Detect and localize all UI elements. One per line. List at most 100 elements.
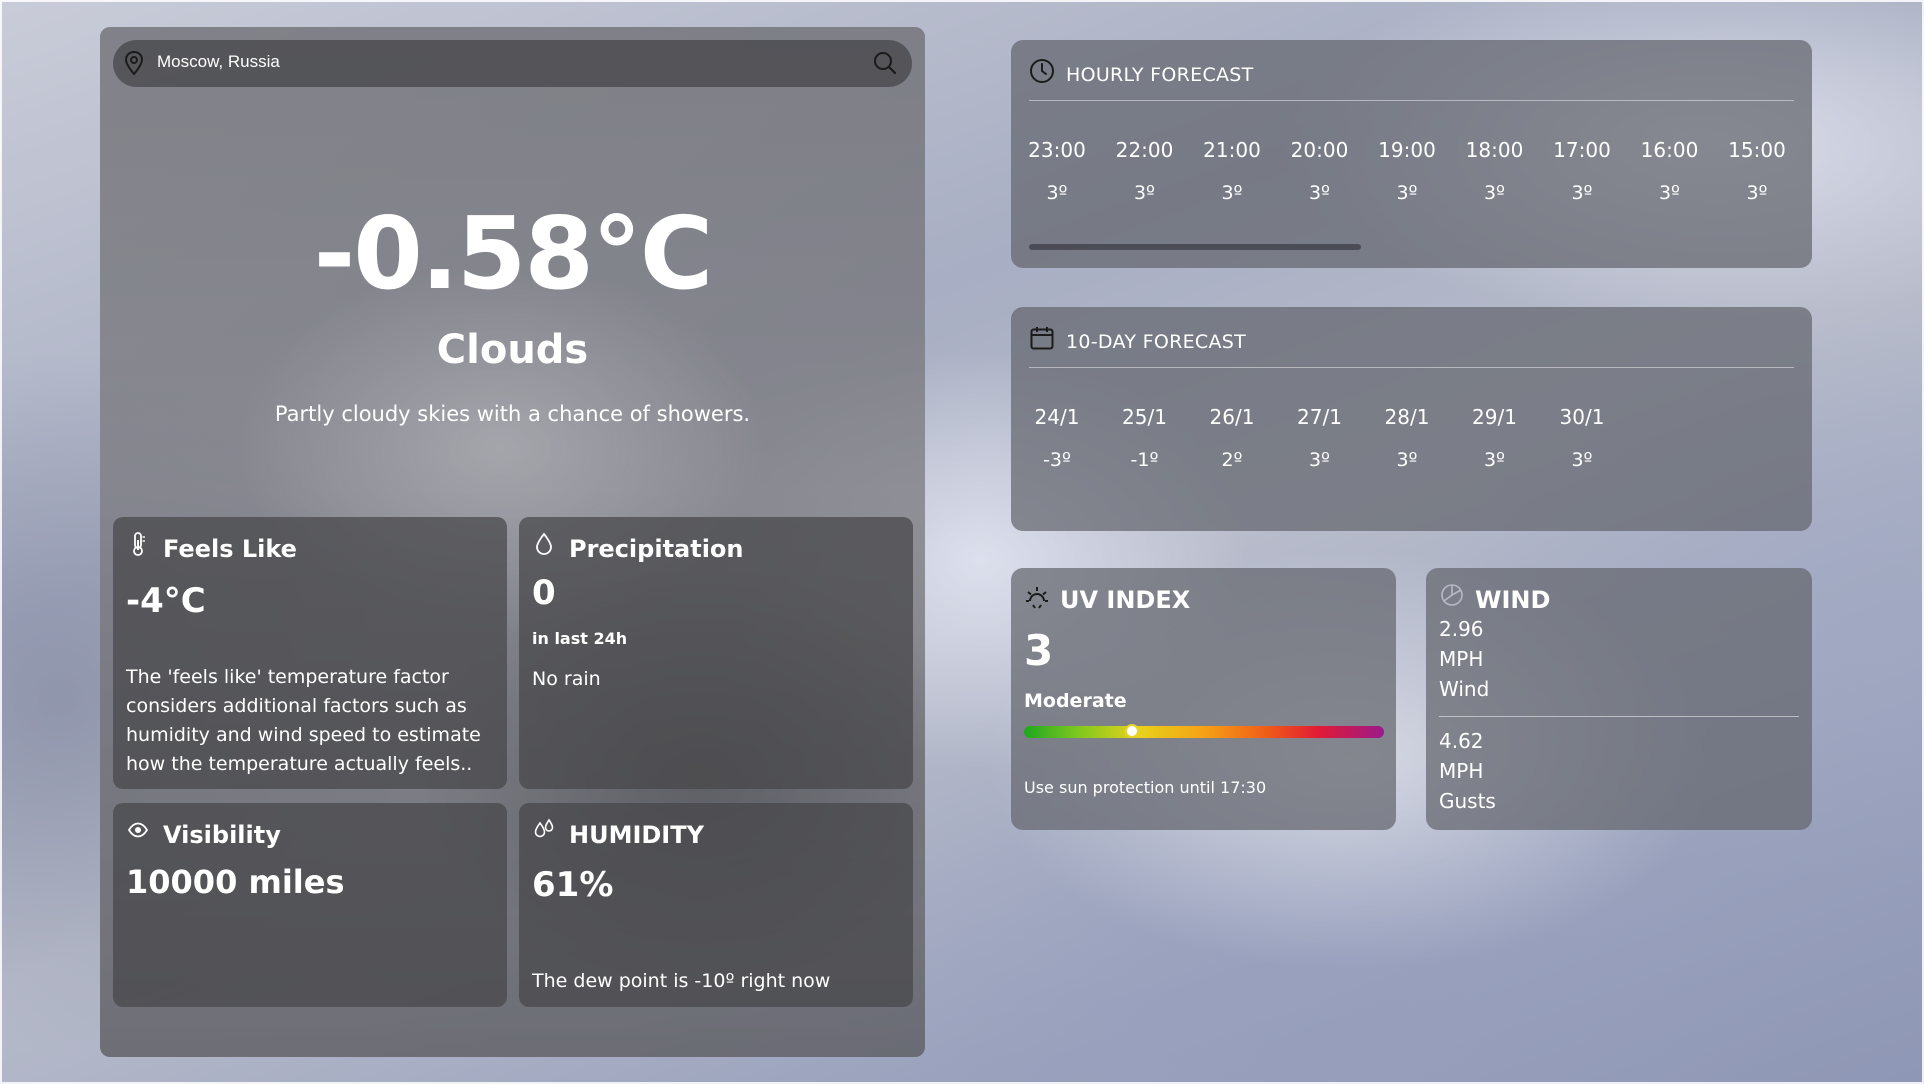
hourly-forecast-item-temp: 3º (1308, 182, 1331, 204)
hourly-forecast-item: 15:00 3º (1717, 138, 1797, 204)
hourly-forecast-item-label: 23:00 (1028, 138, 1086, 162)
clock-icon (1030, 59, 1054, 83)
daily-forecast-card: 10-DAY FORECAST 24/1 -3º 25/1 -1º 26/1 2º 27/1… (1011, 307, 1812, 531)
uv-index-bar (1024, 724, 1384, 738)
hourly-forecast-item-label: 21:00 (1203, 138, 1261, 162)
wind-speed-unit: MPH (1439, 647, 1484, 671)
daily-forecast-item: 25/1 -1º (1105, 405, 1185, 471)
hourly-forecast-card: HOURLY FORECAST 23:00 3º 22:00 3º 21:00 3º 20:… (1011, 40, 1812, 268)
current-weather-panel: Moscow, Russia -0.58°C Clouds Partly clo… (100, 27, 925, 1057)
daily-forecast-item-temp: 3º (1308, 449, 1331, 471)
daily-forecast-item-label: 24/1 (1034, 405, 1080, 429)
feels-like-description: The 'feels like' temperature factor cons… (126, 666, 481, 775)
hourly-forecast-item-label: 17:00 (1553, 138, 1611, 162)
hourly-scrollbar[interactable] (1029, 244, 1361, 250)
uv-index-marker (1125, 724, 1139, 738)
wind-divider (1439, 716, 1799, 717)
daily-forecast-item: 26/1 2º (1192, 405, 1272, 471)
hourly-forecast-item-label: 19:00 (1378, 138, 1436, 162)
hourly-forecast-item-temp: 3º (1133, 182, 1156, 204)
droplet-icon (536, 532, 552, 555)
map-pin-icon (124, 50, 144, 76)
precipitation-description: No rain (532, 668, 601, 690)
daily-forecast-item-temp: -3º (1043, 449, 1071, 471)
daily-forecast-item-temp: 3º (1483, 449, 1506, 471)
uv-index-title: UV INDEX (1060, 586, 1191, 614)
uv-index-value: 3 (1024, 626, 1054, 675)
location-search-input[interactable]: Moscow, Russia (157, 52, 280, 72)
humidity-dew-point: The dew point is -10º right now (532, 970, 831, 992)
daily-forecast-item-label: 26/1 (1209, 405, 1255, 429)
daily-forecast-item: 30/1 3º (1542, 405, 1622, 471)
hourly-forecast-item: 20:00 3º (1280, 138, 1360, 204)
daily-forecast-item-label: 28/1 (1384, 405, 1430, 429)
precipitation-title: Precipitation (569, 535, 744, 563)
wind-speed-value: 2.96 (1439, 617, 1484, 641)
hourly-forecast-item-label: 18:00 (1465, 138, 1524, 162)
daily-divider (1029, 367, 1794, 368)
hourly-forecast-item-label: 16:00 (1640, 138, 1699, 162)
daily-forecast-item-temp: 3º (1396, 449, 1418, 471)
hourly-forecast-item: 22:00 3º (1105, 138, 1185, 204)
hourly-forecast-item: 16:00 3º (1630, 138, 1710, 204)
humidity-title: HUMIDITY (569, 821, 704, 849)
gust-speed-unit: MPH (1439, 759, 1484, 783)
daily-forecast-item-label: 30/1 (1559, 405, 1605, 429)
precipitation-value: 0 (532, 573, 556, 613)
hourly-forecast-item-temp: 3º (1483, 182, 1506, 204)
hourly-forecast-title: HOURLY FORECAST (1066, 64, 1254, 86)
feels-like-tile: Feels Like -4°C The 'feels like' tempera… (113, 517, 507, 789)
search-icon[interactable] (872, 50, 898, 76)
wind-title: WIND (1475, 586, 1551, 614)
daily-forecast-item-label: 27/1 (1297, 405, 1342, 429)
uv-index-level: Moderate (1024, 690, 1127, 712)
visibility-value: 10000 miles (126, 863, 345, 901)
wind-icon (1441, 584, 1463, 606)
precipitation-tile: Precipitation 0 in last 24h No rain (519, 517, 913, 789)
humidity-tile: HUMIDITY 61% The dew point is -10º right… (519, 803, 913, 1007)
hourly-forecast-item-label: 20:00 (1290, 138, 1349, 162)
daily-forecast-title: 10-DAY FORECAST (1066, 331, 1247, 353)
hourly-forecast-item-label: 22:00 (1115, 138, 1174, 162)
thermometer-icon (133, 532, 145, 556)
daily-forecast-item: 24/1 -3º (1017, 405, 1097, 471)
weather-condition: Clouds (436, 327, 589, 373)
hourly-divider (1029, 100, 1794, 101)
daily-forecast-item-temp: 2º (1221, 449, 1243, 471)
calendar-icon (1030, 327, 1054, 350)
visibility-tile: Visibility 10000 miles (113, 803, 507, 1007)
daily-forecast-item-label: 29/1 (1472, 405, 1517, 429)
gust-speed-value: 4.62 (1439, 729, 1484, 753)
hourly-forecast-item: 19:00 3º (1367, 138, 1447, 204)
hourly-forecast-item-temp: 3º (1396, 182, 1418, 204)
hourly-forecast-item: 17:00 3º (1542, 138, 1622, 204)
weather-description: Partly cloudy skies with a chance of sho… (274, 402, 751, 426)
hourly-forecast-item-temp: 3º (1571, 182, 1593, 204)
feels-like-title: Feels Like (163, 535, 297, 563)
daily-forecast-item: 29/1 3º (1455, 405, 1535, 471)
hourly-forecast-item-temp: 3º (1658, 182, 1681, 204)
uv-protection-note: Use sun protection until 17:30 (1024, 778, 1267, 797)
current-temperature: -0.58°C (313, 195, 714, 312)
daily-forecast-item: 28/1 3º (1367, 405, 1447, 471)
hourly-forecast-item-label: 15:00 (1728, 138, 1786, 162)
location-search-bar[interactable]: Moscow, Russia (113, 40, 912, 87)
feels-like-value: -4°C (126, 581, 206, 621)
hourly-forecast-item-temp: 3º (1746, 182, 1768, 204)
precipitation-period: in last 24h (532, 629, 628, 648)
daily-forecast-item: 27/1 3º (1280, 405, 1360, 471)
hourly-forecast-item: 23:00 3º (1017, 138, 1097, 204)
hourly-forecast-item-temp: 3º (1221, 182, 1243, 204)
wind-card: WIND 2.96 MPH Wind 4.62 MPH Gusts (1426, 568, 1812, 830)
uv-index-card: UV INDEX 3 Moderate Use sun protection u… (1011, 568, 1396, 830)
daily-forecast-item-temp: -1º (1130, 449, 1159, 471)
gust-speed-label: Gusts (1439, 789, 1496, 813)
hourly-forecast-item: 18:00 3º (1455, 138, 1535, 204)
daily-forecast-item-label: 25/1 (1122, 405, 1167, 429)
humidity-value: 61% (532, 865, 614, 905)
daily-forecast-item-temp: 3º (1571, 449, 1593, 471)
sun-icon (1026, 587, 1048, 609)
visibility-title: Visibility (163, 821, 281, 849)
droplets-icon (534, 818, 554, 838)
wind-speed-label: Wind (1439, 677, 1490, 701)
